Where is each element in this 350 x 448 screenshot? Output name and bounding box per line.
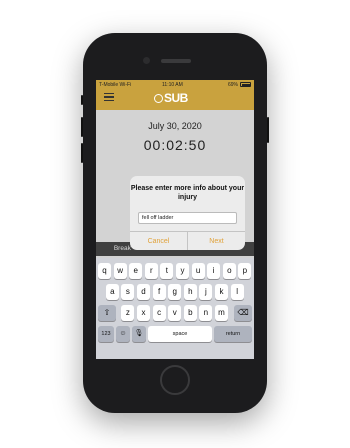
key-s[interactable]: s: [121, 284, 135, 300]
key-q[interactable]: q: [98, 263, 111, 279]
key-k[interactable]: k: [215, 284, 228, 300]
logo-text: SUB: [164, 91, 188, 105]
keyboard-row-2: a s d f g h j k l: [96, 284, 254, 300]
return-key[interactable]: return: [214, 326, 252, 342]
key-i[interactable]: i: [207, 263, 221, 279]
keyboard: q w e r t y u i o p a s d f g h j k l ⇧ …: [96, 258, 254, 359]
backspace-key-icon[interactable]: ⌫: [234, 305, 252, 321]
key-v[interactable]: v: [168, 305, 182, 321]
numbers-key[interactable]: 123: [98, 326, 114, 342]
clock-label: 11:10 AM: [162, 81, 183, 88]
key-l[interactable]: l: [230, 284, 244, 300]
shift-key-icon[interactable]: ⇧: [98, 305, 116, 321]
earpiece-speaker: [161, 59, 191, 63]
key-m[interactable]: m: [215, 305, 228, 321]
battery-percent: 69%: [227, 81, 238, 88]
emoji-key-icon[interactable]: ☺: [116, 326, 130, 342]
battery-icon: [240, 82, 251, 87]
key-t[interactable]: t: [160, 263, 174, 279]
key-u[interactable]: u: [191, 263, 205, 279]
key-n[interactable]: n: [199, 305, 213, 321]
key-b[interactable]: b: [183, 305, 197, 321]
space-key[interactable]: space: [148, 326, 212, 342]
app-bar: T-Mobile Wi-Fi 11:10 AM 69% SUB: [96, 80, 254, 110]
key-p[interactable]: p: [238, 263, 252, 279]
injury-dialog: Please enter more info about your injury…: [130, 176, 245, 250]
keyboard-row-1: q w e r t y u i o p: [96, 263, 254, 279]
cancel-button[interactable]: Cancel: [130, 232, 188, 250]
app-logo: SUB: [154, 91, 188, 105]
menu-icon[interactable]: [104, 93, 114, 102]
status-bar: T-Mobile Wi-Fi 11:10 AM 69%: [96, 80, 254, 89]
microphone-key-icon[interactable]: 🎙: [132, 326, 146, 342]
key-x[interactable]: x: [137, 305, 150, 321]
key-e[interactable]: e: [129, 263, 143, 279]
key-g[interactable]: g: [168, 284, 182, 300]
timer-display: 00:02:50: [143, 137, 207, 153]
home-button[interactable]: [160, 365, 190, 395]
key-z[interactable]: z: [121, 305, 135, 321]
key-r[interactable]: r: [144, 263, 158, 279]
dialog-title: Please enter more info about your injury: [130, 185, 245, 201]
key-y[interactable]: y: [176, 263, 189, 279]
front-camera: [143, 57, 150, 64]
key-h[interactable]: h: [183, 284, 197, 300]
key-c[interactable]: c: [152, 305, 166, 321]
carrier-label: T-Mobile Wi-Fi: [99, 81, 132, 88]
key-d[interactable]: d: [137, 284, 150, 300]
logo-mark-icon: [154, 93, 163, 103]
screen: T-Mobile Wi-Fi 11:10 AM 69% SUB July 30,…: [96, 80, 254, 359]
key-w[interactable]: w: [113, 263, 127, 279]
power-button: [267, 117, 269, 143]
date-label: July 30, 2020: [148, 121, 202, 131]
volume-up-button: [81, 117, 83, 137]
key-j[interactable]: j: [199, 284, 213, 300]
dialog-buttons: Cancel Next: [130, 231, 245, 250]
next-button[interactable]: Next: [188, 232, 245, 250]
injury-input[interactable]: [138, 212, 237, 224]
keyboard-row-3: ⇧ z x c v b n m ⌫: [96, 305, 254, 321]
key-f[interactable]: f: [152, 284, 166, 300]
phone-device: T-Mobile Wi-Fi 11:10 AM 69% SUB July 30,…: [81, 33, 269, 413]
key-o[interactable]: o: [222, 263, 236, 279]
volume-down-button: [81, 143, 83, 163]
keyboard-row-4: 123 ☺ 🎙 space return: [96, 326, 254, 342]
mute-switch: [81, 95, 83, 105]
key-a[interactable]: a: [105, 284, 119, 300]
